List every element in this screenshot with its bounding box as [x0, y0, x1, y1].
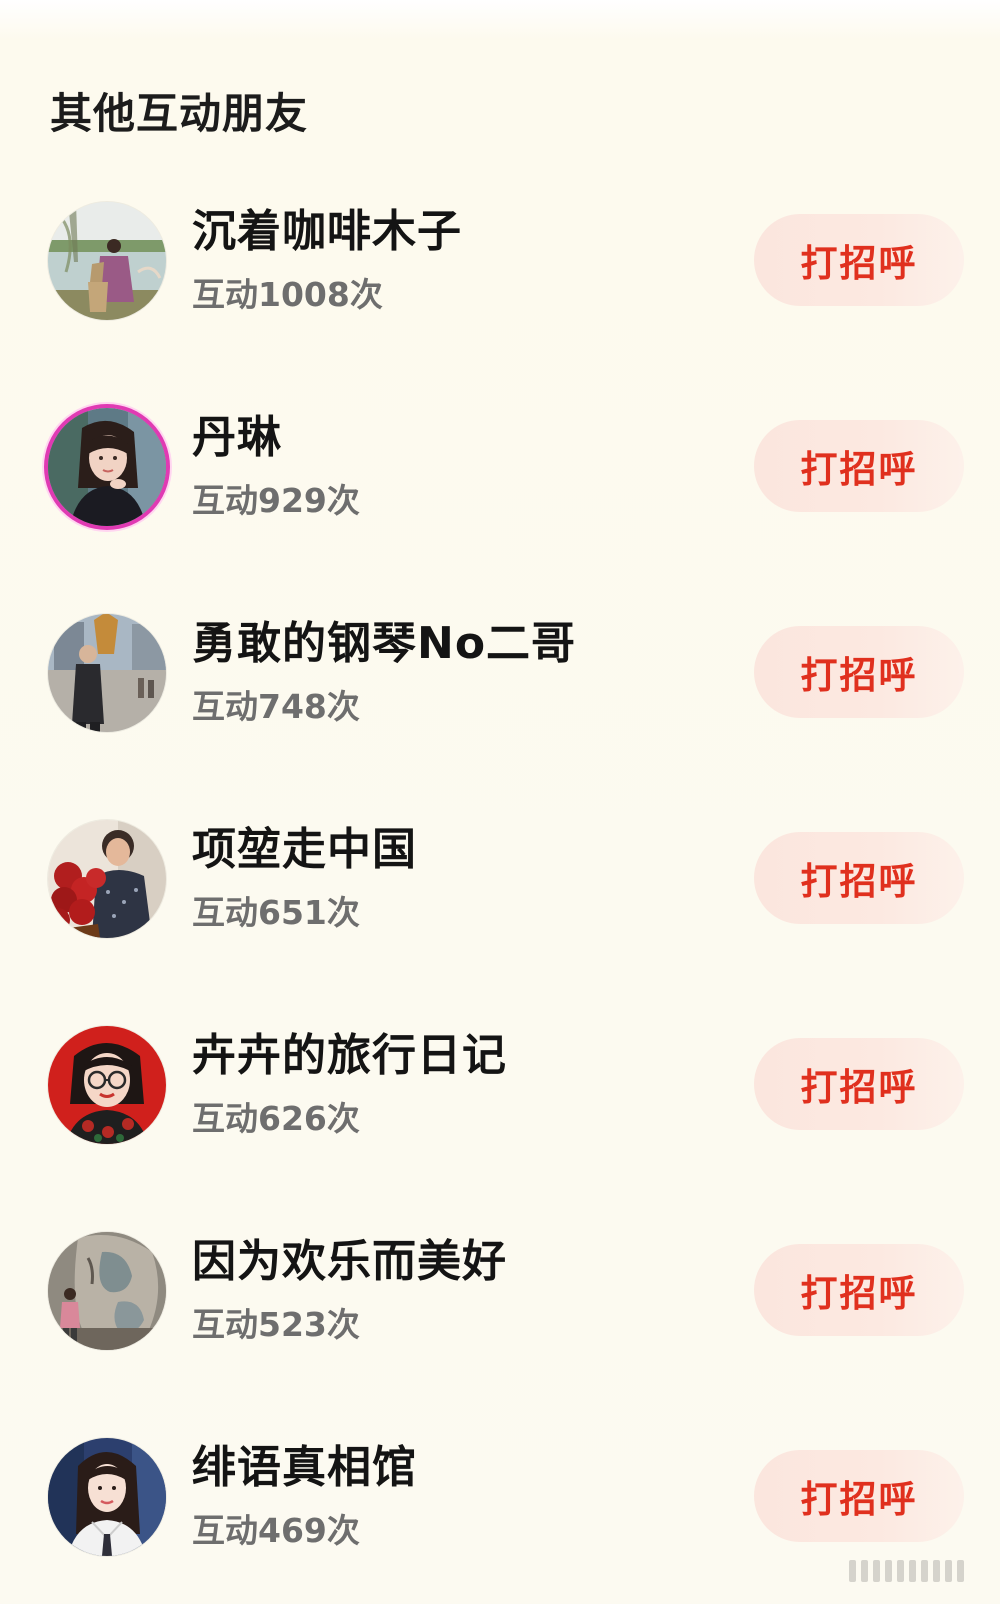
friend-name[interactable]: 勇敢的钢琴No二哥 [192, 614, 576, 674]
interaction-count: 互动929次 [192, 481, 360, 520]
friend-name[interactable]: 项堃走中国 [192, 820, 417, 880]
friend-row: 卉卉的旅行日记 互动626次 打招呼 [0, 1018, 1000, 1224]
interaction-count: 互动469次 [192, 1511, 360, 1550]
friend-name[interactable]: 绯语真相馆 [192, 1438, 417, 1498]
friend-row: 沉着咖啡木子 互动1008次 打招呼 [0, 194, 1000, 400]
avatar-photo-woman-blue[interactable] [48, 1438, 166, 1556]
watermark-bars [849, 1560, 964, 1582]
interaction-count: 互动651次 [192, 893, 360, 932]
friend-row: 因为欢乐而美好 互动523次 打招呼 [0, 1224, 1000, 1430]
interaction-count: 互动523次 [192, 1305, 360, 1344]
avatar-photo-man-plaza[interactable] [48, 614, 166, 732]
friend-row: 项堃走中国 互动651次 打招呼 [0, 812, 1000, 1018]
greet-button[interactable]: 打招呼 [754, 626, 964, 718]
friend-name[interactable]: 丹琳 [192, 408, 282, 468]
interaction-count: 互动626次 [192, 1099, 360, 1138]
greet-button[interactable]: 打招呼 [754, 1244, 964, 1336]
greet-button[interactable]: 打招呼 [754, 1038, 964, 1130]
friend-list: 沉着咖啡木子 互动1008次 打招呼 丹琳 互动929次 打招呼 勇敢的钢琴No… [0, 194, 1000, 1604]
avatar-photo-roses[interactable] [48, 820, 166, 938]
avatar-photo-woman-portrait[interactable] [48, 408, 166, 526]
friend-row: 丹琳 互动929次 打招呼 [0, 400, 1000, 606]
avatar-photo-lake[interactable] [48, 202, 166, 320]
section-title: 其他互动朋友 [50, 89, 309, 138]
friend-name[interactable]: 沉着咖啡木子 [192, 202, 462, 262]
greet-button[interactable]: 打招呼 [754, 1450, 964, 1542]
interaction-count: 互动748次 [192, 687, 360, 726]
interaction-friends-page: 其他互动朋友 沉着咖啡木子 互动1008次 打招呼 丹琳 互动929次 打招呼 … [0, 0, 1000, 1604]
greet-button[interactable]: 打招呼 [754, 214, 964, 306]
friend-name[interactable]: 因为欢乐而美好 [192, 1232, 507, 1292]
avatar-illustration-glasses[interactable] [48, 1026, 166, 1144]
greet-button[interactable]: 打招呼 [754, 420, 964, 512]
greet-button[interactable]: 打招呼 [754, 832, 964, 924]
friend-name[interactable]: 卉卉的旅行日记 [192, 1026, 507, 1086]
interaction-count: 互动1008次 [192, 275, 383, 314]
avatar-photo-sculpture[interactable] [48, 1232, 166, 1350]
friend-row: 勇敢的钢琴No二哥 互动748次 打招呼 [0, 606, 1000, 812]
